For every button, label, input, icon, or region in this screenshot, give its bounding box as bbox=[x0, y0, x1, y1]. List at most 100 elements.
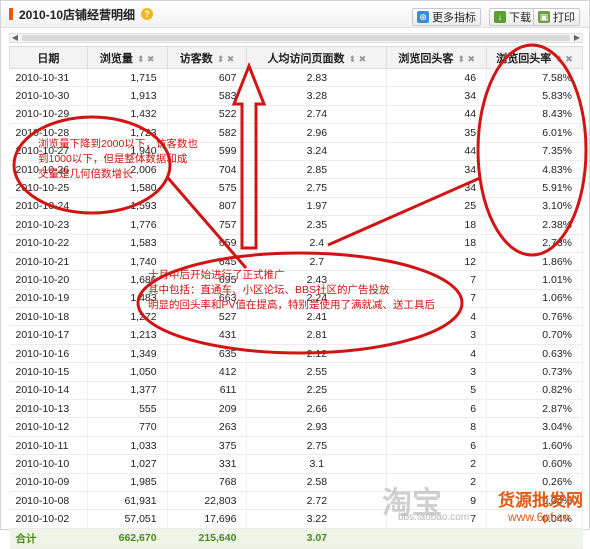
sort-icon[interactable]: ⬍ ✖ bbox=[457, 54, 475, 64]
pageviews-cell: 1,593 bbox=[87, 197, 168, 217]
date-cell: 2010-10-12 bbox=[9, 417, 88, 437]
table-row: 2010-10-14 1,377 611 2.25 5 0.82% bbox=[9, 381, 583, 401]
return-rate-cell: 0.70% bbox=[486, 325, 583, 345]
date-cell: 2010-10-20 bbox=[9, 270, 88, 290]
return-rate-cell: 4.83% bbox=[486, 160, 583, 180]
return-rate-cell: 3.04% bbox=[486, 417, 583, 437]
table-row: 2010-10-16 1,349 635 2.12 4 0.63% bbox=[9, 344, 583, 364]
pages-per-visitor-cell: 2.55 bbox=[246, 362, 388, 382]
date-cell: 2010-10-17 bbox=[9, 325, 88, 345]
column-header-pageviews[interactable]: 浏览量 ⬍ ✖ bbox=[86, 46, 168, 69]
return-rate-cell: 1.60% bbox=[486, 436, 583, 456]
print-button[interactable]: ▣ 打印 bbox=[533, 8, 580, 26]
date-cell: 2010-10-02 bbox=[9, 509, 88, 529]
date-cell: 2010-10-15 bbox=[9, 362, 88, 382]
pages-per-visitor-cell: 2.74 bbox=[246, 105, 388, 125]
date-cell: 2010-10-30 bbox=[9, 86, 88, 106]
sort-icon[interactable]: ⬍ ✖ bbox=[217, 54, 235, 64]
site-watermark-url: www.6pf.cn bbox=[508, 510, 570, 524]
visitors-cell: 431 bbox=[167, 325, 248, 345]
column-header-return-rate[interactable]: 浏览回头率 ⬍ ✖ bbox=[486, 46, 583, 69]
bbs-watermark: bbs.taobao.com bbox=[398, 512, 470, 523]
column-header-pages-per-visitor[interactable]: 人均访问页面数 ⬍ ✖ bbox=[246, 46, 388, 69]
total-return-rate-cell bbox=[486, 528, 583, 549]
visitors-cell: 412 bbox=[167, 362, 248, 382]
table-row: 2010-10-29 1,432 522 2.74 44 8.43% bbox=[9, 105, 583, 125]
total-date-cell: 合计 bbox=[9, 528, 88, 549]
visitors-cell: 635 bbox=[167, 344, 248, 364]
return-rate-cell: 0.82% bbox=[486, 381, 583, 401]
total-returning-visitors-cell bbox=[386, 528, 488, 549]
visitors-cell: 263 bbox=[167, 417, 248, 437]
returning-visitors-cell: 34 bbox=[386, 178, 488, 198]
table-row: 2010-10-24 1,593 807 1.97 25 3.10% bbox=[9, 197, 583, 217]
table-row: 2010-10-31 1,715 607 2.83 46 7.58% bbox=[9, 68, 583, 88]
pageviews-cell: 1,377 bbox=[87, 381, 168, 401]
print-icon: ▣ bbox=[538, 11, 550, 23]
pages-per-visitor-cell: 2.58 bbox=[246, 473, 388, 492]
pages-per-visitor-cell: 2.83 bbox=[246, 68, 388, 88]
returning-visitors-cell: 44 bbox=[386, 105, 488, 125]
print-label: 打印 bbox=[553, 12, 575, 24]
scroll-thumb[interactable] bbox=[22, 35, 570, 41]
date-cell: 2010-10-10 bbox=[9, 454, 88, 474]
returning-visitors-cell: 25 bbox=[386, 197, 488, 217]
returning-visitors-cell: 6 bbox=[386, 399, 488, 419]
scroll-right-icon[interactable]: ▶ bbox=[572, 34, 582, 42]
column-header-returning-visitors[interactable]: 浏览回头客 ⬍ ✖ bbox=[386, 46, 488, 69]
date-cell: 2010-10-11 bbox=[9, 436, 88, 456]
download-button[interactable]: ↓ 下载 bbox=[489, 8, 536, 26]
report-panel: 2010-10店铺经营明细 ? ⊕ 更多指标 ↓ 下载 ▣ 打印 ◀ ▶ 日期 … bbox=[0, 0, 590, 549]
sort-icon[interactable]: ⬍ ✖ bbox=[137, 54, 155, 64]
table-row: 2010-10-11 1,033 375 2.75 6 1.60% bbox=[9, 436, 583, 456]
total-pageviews-cell: 662,670 bbox=[87, 528, 168, 549]
table-row: 2010-10-23 1,776 757 2.35 18 2.38% bbox=[9, 215, 583, 235]
scroll-left-icon[interactable]: ◀ bbox=[10, 34, 20, 42]
date-cell: 2010-10-13 bbox=[9, 399, 88, 419]
pages-per-visitor-cell: 3.1 bbox=[246, 454, 388, 474]
visitors-cell: 22,803 bbox=[167, 491, 248, 511]
visitors-cell: 807 bbox=[167, 197, 248, 217]
more-metrics-icon: ⊕ bbox=[417, 11, 429, 23]
table-row: 2010-10-10 1,027 331 3.1 2 0.60% bbox=[9, 454, 583, 474]
table-row: 2010-10-08 61,931 22,803 2.72 9 0.04% bbox=[9, 491, 583, 511]
visitors-cell: 583 bbox=[167, 86, 248, 106]
date-cell: 2010-10-09 bbox=[9, 473, 88, 492]
visitors-cell: 375 bbox=[167, 436, 248, 456]
returning-visitors-cell: 35 bbox=[386, 123, 488, 143]
column-header-date[interactable]: 日期 bbox=[9, 46, 88, 69]
page-title: 2010-10店铺经营明细 bbox=[19, 7, 136, 22]
more-metrics-button[interactable]: ⊕ 更多指标 bbox=[412, 8, 481, 26]
site-watermark-name: 货源批发网 bbox=[498, 491, 583, 510]
horizontal-scrollbar[interactable]: ◀ ▶ bbox=[9, 33, 583, 43]
visitors-cell: 611 bbox=[167, 381, 248, 401]
download-label: 下载 bbox=[509, 12, 531, 24]
returning-visitors-cell: 2 bbox=[386, 454, 488, 474]
pageviews-cell: 57,051 bbox=[87, 509, 168, 529]
return-rate-cell: 2.73% bbox=[486, 234, 583, 253]
sort-icon[interactable]: ⬍ ✖ bbox=[349, 54, 367, 64]
pages-per-visitor-cell: 2.35 bbox=[246, 215, 388, 235]
visitors-cell: 768 bbox=[167, 473, 248, 492]
date-cell: 2010-10-14 bbox=[9, 381, 88, 401]
return-rate-cell: 3.10% bbox=[486, 197, 583, 217]
date-cell: 2010-10-29 bbox=[9, 105, 88, 125]
return-rate-cell: 5.91% bbox=[486, 178, 583, 198]
date-cell: 2010-10-19 bbox=[9, 289, 88, 309]
table-row: 2010-10-22 1,583 659 2.4 18 2.73% bbox=[9, 234, 583, 253]
return-rate-cell: 7.58% bbox=[486, 68, 583, 88]
pages-per-visitor-cell: 3.22 bbox=[246, 509, 388, 529]
visitors-cell: 757 bbox=[167, 215, 248, 235]
return-rate-cell: 1.06% bbox=[486, 289, 583, 309]
help-icon[interactable]: ? bbox=[141, 8, 154, 20]
sort-icon[interactable]: ⬍ ✖ bbox=[555, 54, 573, 64]
column-header-visitors[interactable]: 访客数 ⬍ ✖ bbox=[166, 46, 248, 69]
return-rate-cell: 7.35% bbox=[486, 142, 583, 161]
return-rate-cell: 6.01% bbox=[486, 123, 583, 143]
date-cell: 2010-10-16 bbox=[9, 344, 88, 364]
returning-visitors-cell: 5 bbox=[386, 381, 488, 401]
pageviews-cell: 1,432 bbox=[87, 105, 168, 125]
returning-visitors-cell: 34 bbox=[386, 160, 488, 180]
pages-per-visitor-cell: 2.66 bbox=[246, 399, 388, 419]
return-rate-cell: 0.73% bbox=[486, 362, 583, 382]
